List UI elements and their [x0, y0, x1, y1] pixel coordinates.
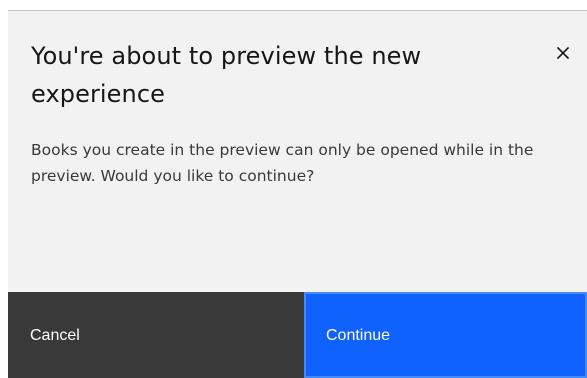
cancel-button[interactable]: Cancel — [8, 292, 304, 378]
close-button[interactable] — [547, 37, 579, 69]
preview-modal: You're about to preview the new experien… — [8, 10, 587, 378]
modal-body-text: Books you create in the preview can only… — [31, 141, 534, 185]
modal-title: You're about to preview the new experien… — [31, 42, 422, 108]
modal-footer: Cancel Continue — [8, 292, 587, 378]
continue-button[interactable]: Continue — [304, 292, 587, 378]
close-icon — [556, 46, 570, 60]
